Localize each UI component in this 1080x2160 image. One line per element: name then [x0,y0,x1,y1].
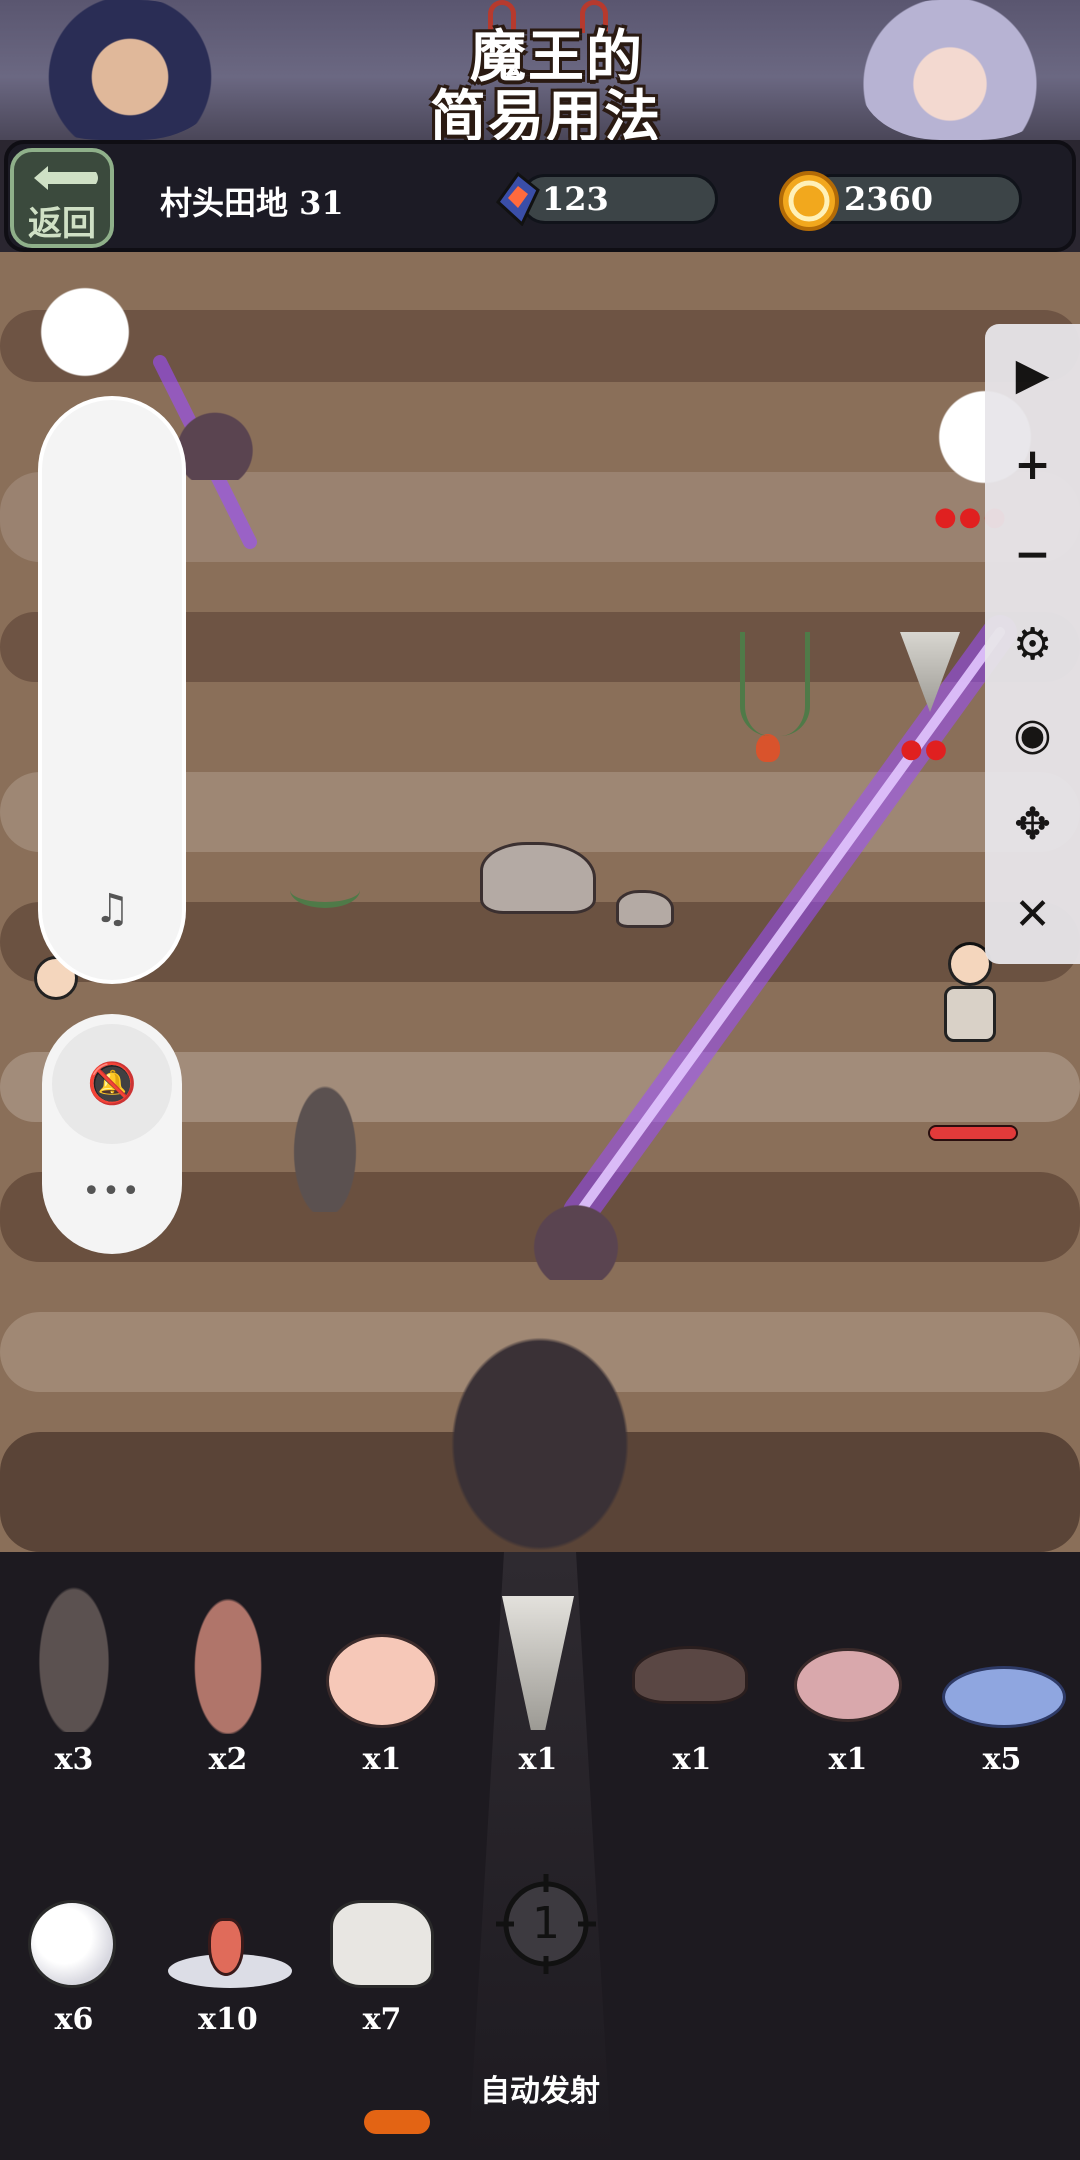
back-label: 返回 [28,204,96,244]
back-button[interactable]: 返回 [10,148,114,248]
helmet-creature-enemy [282,1062,368,1212]
villager-health-bar [928,1125,1018,1141]
unit-slot[interactable] [14,1556,134,1746]
helmet-creature-unit-icon [24,1556,124,1732]
poop-enemy [172,406,258,480]
auto-fire-label: 自动发射 [480,2074,600,2109]
villager-body [944,986,996,1042]
coin-value: 2360 [844,180,934,218]
silver-hair-girl-portrait [860,0,1060,140]
unit-slot[interactable] [14,1900,134,2000]
pig-snout-unit-icon [326,1634,438,1728]
unit-count: x1 [362,1742,402,1777]
poop-projectile [528,1198,624,1280]
unit-slot[interactable] [942,1660,1066,1740]
eye-off-icon[interactable]: ◉ [985,694,1080,774]
unit-slot[interactable] [788,1630,908,1740]
crystal-gem-icon [496,172,540,226]
weed [290,872,360,908]
mushroom-lizard-unit-icon [632,1646,748,1704]
back-arrow-icon [34,166,98,190]
gem-value: 123 [542,180,609,218]
side-control-panel: ▶ + − ⚙ ◉ ✥ ✕ [985,324,1080,964]
demon-lord-portrait [20,0,220,140]
move-icon[interactable]: ✥ [985,784,1080,864]
level-label: 村头田地 31 [160,184,344,222]
unit-count: x7 [362,2002,402,2037]
drill-bit-unit-icon [502,1596,574,1730]
blue-slime-unit-icon [942,1666,1066,1728]
auto-fire-toggle[interactable] [364,2110,430,2134]
unit-slot[interactable] [322,1896,442,2006]
unit-slot[interactable] [632,1636,752,1746]
unit-count: x3 [54,1742,94,1777]
unit-count: x1 [672,1742,712,1777]
spiked-helmet-unit-icon [178,1566,278,1734]
unit-count: x6 [54,2002,94,2037]
smoke-cloud [30,282,140,382]
target-reticle-button[interactable]: 1 [496,1874,596,1974]
tongue-icon [208,1918,244,1976]
floating-panel-top[interactable]: ♫ [42,400,182,980]
more-icon[interactable]: ••• [42,1174,182,1209]
bell-off-icon: 🔕 [87,1061,137,1107]
close-icon[interactable]: ✕ [985,874,1080,954]
unit-slot[interactable] [168,1908,292,2008]
enemy-status-dots: ●● [900,734,950,764]
unit-count: x1 [828,1742,868,1777]
gear-icon[interactable]: ⚙ [985,604,1080,684]
gold-coin-icon [779,171,839,231]
unit-slot[interactable] [478,1596,598,1746]
play-icon[interactable]: ▶ [985,334,1080,414]
floating-panel-bottom[interactable]: 🔕 ••• [42,1014,182,1254]
angry-stone-unit-icon [330,1900,434,1988]
unit-count: x10 [198,2002,258,2037]
target-number: 1 [532,1898,560,1949]
plus-icon[interactable]: + [985,424,1080,504]
title-banner: 魔王的 简易用法 [0,0,1080,150]
unit-count: x5 [982,1742,1022,1777]
unit-count: x2 [208,1742,248,1777]
unit-slot[interactable] [322,1630,442,1740]
pink-axolotl-unit-icon [794,1648,902,1722]
music-off-icon[interactable]: ♫ [42,886,182,932]
unit-slot[interactable] [168,1566,288,1746]
eyeball-unit-icon [28,1900,116,1988]
demon-lord-turret [430,1312,650,1552]
unit-count: x1 [518,1742,558,1777]
minus-icon[interactable]: − [985,514,1080,594]
